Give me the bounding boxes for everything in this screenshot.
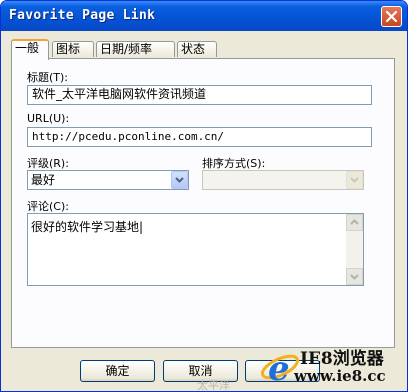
- sort-select[interactable]: [202, 170, 364, 190]
- title-label: 标题(T):: [27, 71, 69, 84]
- sort-dropdown-button[interactable]: [346, 171, 363, 189]
- dialog-window: Favorite Page Link 一般 图标 日期/频率 状态 标题(T):…: [0, 0, 408, 392]
- tab-icon[interactable]: 图标: [52, 41, 94, 57]
- rating-value: 最好: [31, 173, 56, 187]
- tab-icon-label: 图标: [56, 42, 81, 56]
- tab-date-frequency-label: 日期/频率: [100, 42, 153, 56]
- title-field[interactable]: 软件_太平洋电脑网软件资讯频道: [27, 85, 372, 105]
- tab-status-label: 状态: [181, 42, 206, 56]
- scroll-up-button[interactable]: [346, 214, 363, 231]
- watermark: e IE8浏览器 www.ie8.cc: [258, 338, 408, 392]
- comment-label: 评论(C):: [27, 200, 69, 213]
- watermark-line2: www.ie8.cc: [294, 367, 386, 385]
- tab-status[interactable]: 状态: [177, 41, 217, 57]
- comment-textarea[interactable]: 很好的软件学习基地|: [27, 213, 364, 286]
- close-icon: [386, 11, 397, 22]
- rating-label: 评级(R):: [27, 157, 69, 170]
- scroll-down-icon: [350, 274, 359, 280]
- watermark-line1: IE8浏览器: [300, 349, 384, 369]
- general-panel: 标题(T): 软件_太平洋电脑网软件资讯频道 URL(U): http://pc…: [11, 58, 395, 348]
- url-field[interactable]: http://pcedu.pconline.com.cn/: [27, 127, 372, 147]
- chevron-down-icon: [350, 177, 359, 183]
- comment-text: 很好的软件学习基地|: [31, 220, 144, 234]
- tab-date-frequency[interactable]: 日期/频率: [96, 41, 175, 57]
- svg-text:e: e: [268, 349, 290, 389]
- tab-general-label: 一般: [15, 41, 40, 55]
- ok-button[interactable]: 确定: [80, 360, 155, 382]
- rating-dropdown-button[interactable]: [171, 171, 188, 189]
- chevron-down-icon: [175, 177, 184, 183]
- scroll-down-button[interactable]: [346, 268, 363, 285]
- title-bar[interactable]: Favorite Page Link: [1, 1, 407, 31]
- tab-general[interactable]: 一般: [11, 39, 49, 60]
- window-title: Favorite Page Link: [9, 8, 156, 23]
- rating-select[interactable]: 最好: [27, 170, 189, 190]
- url-label: URL(U):: [27, 112, 70, 125]
- scroll-up-icon: [350, 219, 359, 225]
- watermark-faint-text: 太平洋: [197, 379, 230, 392]
- comment-scrollbar[interactable]: [346, 214, 363, 285]
- close-button[interactable]: [381, 6, 402, 27]
- sort-label: 排序方式(S):: [202, 157, 266, 170]
